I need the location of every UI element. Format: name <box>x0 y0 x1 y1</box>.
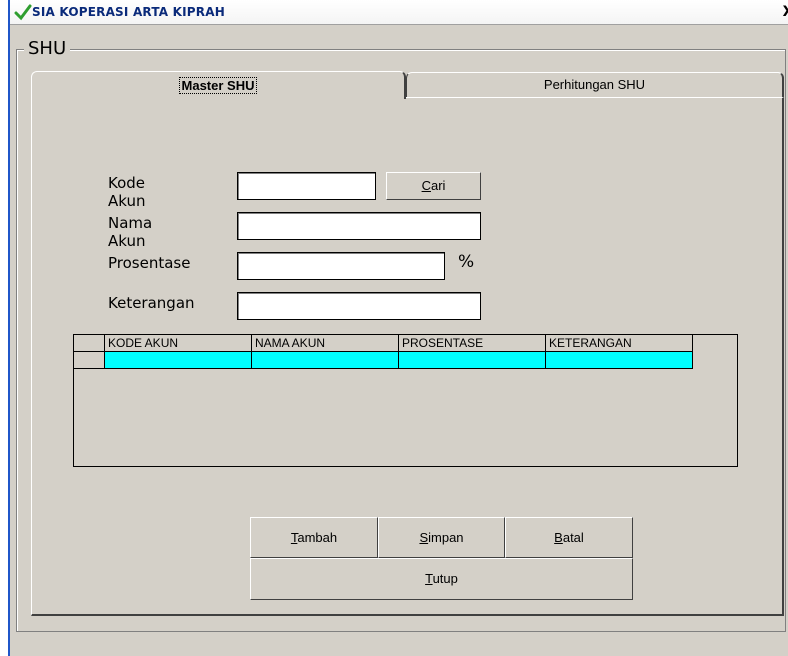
checkmark-icon <box>14 4 32 21</box>
tutup-hotkey: T <box>425 571 433 586</box>
kode-akun-label: Kode Akun <box>108 174 146 210</box>
keterangan-label: Keterangan <box>108 294 195 312</box>
tutup-label-rest: utup <box>432 571 458 586</box>
cari-hotkey: C <box>421 178 431 193</box>
batal-hotkey: B <box>554 530 563 545</box>
nama-akun-input[interactable] <box>237 212 481 240</box>
tutup-button[interactable]: Tutup <box>250 558 633 600</box>
simpan-label-rest: impan <box>428 530 464 545</box>
percent-sign: % <box>458 252 475 272</box>
prosentase-input[interactable] <box>237 252 445 280</box>
shu-data-grid[interactable]: KODE AKUN NAMA AKUN PROSENTASE KETERANGA… <box>73 334 738 467</box>
keterangan-input[interactable] <box>237 292 481 320</box>
grid-header-prosentase[interactable]: PROSENTASE <box>399 335 546 352</box>
grid-header-nama-akun[interactable]: NAMA AKUN <box>252 335 399 352</box>
tambah-label-rest: ambah <box>297 530 338 545</box>
tab-perhitungan-shu[interactable]: Perhitungan SHU <box>406 72 784 98</box>
batal-label-rest: atal <box>562 530 584 545</box>
title-bar[interactable]: SIA KOPERASI ARTA KIPRAH X <box>10 0 788 25</box>
tambah-button[interactable]: Tambah <box>250 517 378 558</box>
prosentase-label: Prosentase <box>108 254 191 272</box>
window-title: SIA KOPERASI ARTA KIPRAH <box>32 5 225 19</box>
grid-cell-prosentase[interactable] <box>399 352 546 369</box>
simpan-button[interactable]: Simpan <box>378 517 505 558</box>
grid-cell-keterangan[interactable] <box>546 352 693 369</box>
grid-cell-kode-akun[interactable] <box>105 352 252 369</box>
grid-header-keterangan[interactable]: KETERANGAN <box>546 335 693 352</box>
grid-cell-nama-akun[interactable] <box>252 352 399 369</box>
tab-master-shu[interactable]: Master SHU <box>31 71 406 99</box>
tab-perhitungan-shu-label: Perhitungan SHU <box>543 77 646 92</box>
batal-button[interactable]: Batal <box>505 517 633 558</box>
cari-button[interactable]: Cari <box>386 172 481 200</box>
cari-label-rest: ari <box>430 178 446 193</box>
tab-master-shu-label: Master SHU <box>178 77 258 94</box>
close-button[interactable]: X <box>782 3 788 21</box>
nama-akun-label: Nama Akun <box>108 214 153 250</box>
grid-header-kode-akun[interactable]: KODE AKUN <box>105 335 252 352</box>
grid-row-indicator[interactable] <box>74 352 105 369</box>
shu-group-legend: SHU <box>24 39 71 59</box>
grid-corner-cell <box>74 335 105 352</box>
simpan-hotkey: S <box>419 530 429 545</box>
kode-akun-input[interactable] <box>237 172 376 200</box>
